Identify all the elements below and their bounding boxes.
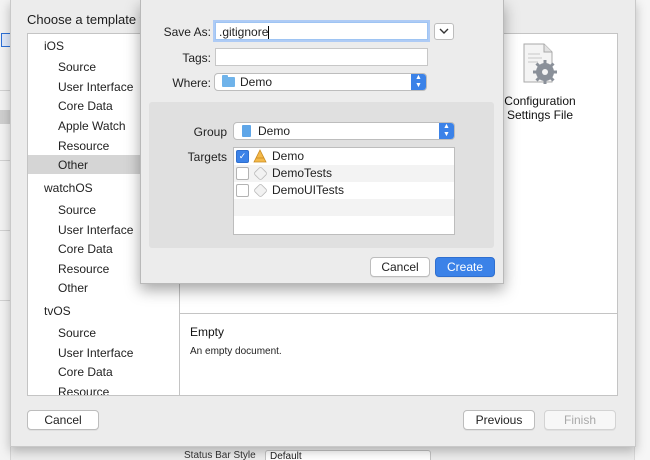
sidebar-item-ios-source[interactable]: Source bbox=[58, 60, 96, 74]
status-bar-style-popup[interactable]: Default bbox=[265, 450, 431, 460]
sidebar-item-ios-apple-watch[interactable]: Apple Watch bbox=[58, 119, 126, 133]
checkbox-checked-icon[interactable]: ✓ bbox=[236, 150, 249, 163]
where-label: Where: bbox=[172, 76, 211, 90]
target-name: Demo bbox=[272, 149, 305, 163]
target-row[interactable]: ✓ Demo bbox=[234, 148, 454, 165]
expand-button[interactable] bbox=[434, 23, 454, 40]
where-popup[interactable]: Demo ▲ ▼ bbox=[214, 73, 427, 91]
status-bar-style-row: Status Bar Style Default bbox=[180, 448, 440, 460]
status-bar-style-label: Status Bar Style bbox=[184, 450, 256, 460]
sidebar-section-watchos[interactable]: watchOS bbox=[44, 181, 93, 195]
save-as-value: .gitignore bbox=[219, 25, 269, 39]
popup-arrows-icon: ▲ ▼ bbox=[439, 123, 454, 139]
settings-file-icon[interactable] bbox=[518, 42, 560, 86]
sidebar-item-watchos-source[interactable]: Source bbox=[58, 203, 96, 217]
test-target-icon bbox=[253, 183, 268, 198]
sidebar-item-watchos-other[interactable]: Other bbox=[58, 281, 88, 295]
tags-field[interactable] bbox=[215, 48, 428, 66]
save-cancel-button[interactable]: Cancel bbox=[370, 257, 430, 277]
app-target-icon bbox=[253, 149, 267, 163]
sidebar-item-tvos-resource[interactable]: Resource bbox=[58, 385, 109, 395]
finish-button[interactable]: Finish bbox=[544, 410, 616, 430]
sidebar-item-watchos-core-data[interactable]: Core Data bbox=[58, 242, 113, 256]
cancel-button[interactable]: Cancel bbox=[27, 410, 99, 430]
group-value: Demo bbox=[258, 124, 291, 138]
group-targets-box: Group Demo ▲▼ Targets ✓ Demo DemoTests bbox=[149, 102, 494, 248]
sidebar-item-watchos-user-interface[interactable]: User Interface bbox=[58, 223, 133, 237]
content-divider bbox=[180, 313, 617, 314]
targets-label: Targets bbox=[187, 150, 227, 164]
test-target-icon bbox=[253, 166, 268, 181]
detail-title: Empty bbox=[190, 325, 225, 339]
text-caret bbox=[268, 26, 270, 40]
group-popup[interactable]: Demo ▲ ▼ bbox=[233, 122, 455, 140]
background-right-strip bbox=[634, 0, 650, 460]
sidebar-item-ios-other[interactable]: Other bbox=[58, 158, 88, 172]
divider bbox=[0, 300, 10, 301]
group-label: Group bbox=[193, 125, 227, 139]
targets-list: ✓ Demo DemoTests DemoUITests bbox=[233, 147, 455, 235]
sidebar-section-tvos[interactable]: tvOS bbox=[44, 304, 71, 318]
tags-label: Tags: bbox=[182, 51, 211, 65]
save-sheet: Save As: .gitignore Tags: Where: Demo ▲ ▼… bbox=[140, 0, 504, 284]
sidebar-item-tvos-user-interface[interactable]: User Interface bbox=[58, 346, 133, 360]
chooser-title: Choose a template for bbox=[27, 12, 155, 27]
divider bbox=[0, 160, 10, 161]
project-icon bbox=[242, 125, 251, 137]
divider bbox=[0, 90, 10, 91]
folder-icon bbox=[222, 75, 235, 87]
target-name: DemoTests bbox=[272, 166, 333, 180]
checkbox-unchecked-icon[interactable] bbox=[236, 184, 249, 197]
popup-arrows-icon: ▲ ▼ bbox=[411, 74, 426, 90]
divider bbox=[0, 230, 10, 231]
checkbox-unchecked-icon[interactable] bbox=[236, 167, 249, 180]
previous-button[interactable]: Previous bbox=[463, 410, 535, 430]
where-value: Demo bbox=[240, 75, 273, 89]
save-as-field[interactable]: .gitignore bbox=[215, 22, 428, 40]
target-row[interactable]: DemoTests bbox=[234, 165, 454, 182]
sidebar-section-ios[interactable]: iOS bbox=[44, 39, 64, 53]
sidebar-item-ios-core-data[interactable]: Core Data bbox=[58, 99, 113, 113]
sidebar-item-ios-user-interface[interactable]: User Interface bbox=[58, 80, 133, 94]
detail-description: An empty document. bbox=[190, 346, 282, 357]
sidebar-item-tvos-core-data[interactable]: Core Data bbox=[58, 365, 113, 379]
sidebar-item-ios-resource[interactable]: Resource bbox=[58, 139, 109, 153]
create-button[interactable]: Create bbox=[435, 257, 495, 277]
save-as-label: Save As: bbox=[163, 25, 211, 39]
target-name: DemoUITests bbox=[272, 183, 345, 197]
sidebar-item-tvos-source[interactable]: Source bbox=[58, 326, 96, 340]
sidebar-item-watchos-resource[interactable]: Resource bbox=[58, 262, 109, 276]
selection-marker bbox=[0, 110, 10, 124]
chevron-down-icon bbox=[439, 28, 449, 34]
empty-row bbox=[234, 199, 454, 216]
target-row[interactable]: DemoUITests bbox=[234, 182, 454, 199]
